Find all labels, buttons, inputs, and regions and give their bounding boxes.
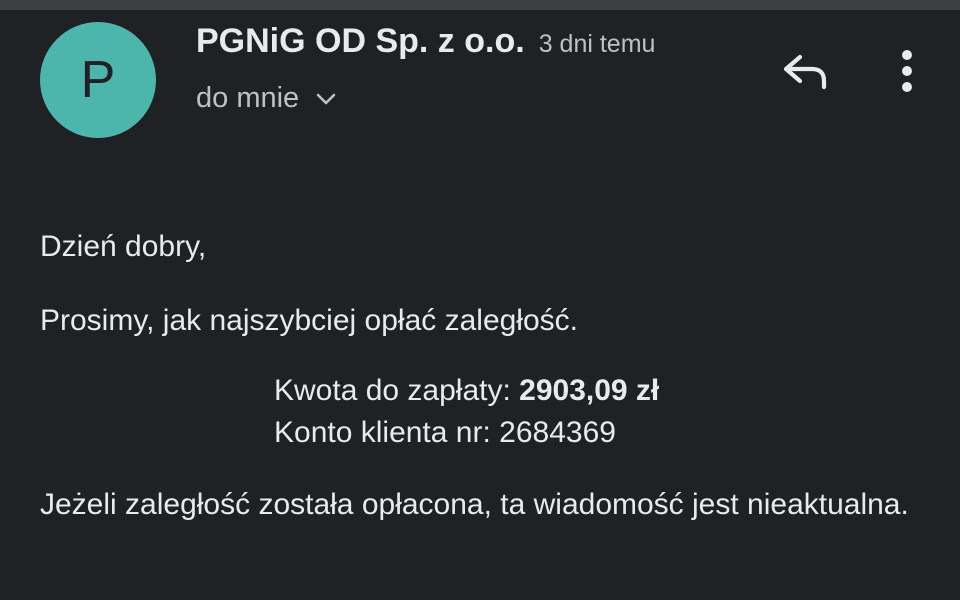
top-status-strip <box>0 0 960 10</box>
reply-icon <box>783 54 827 90</box>
account-label: Konto klienta nr: <box>274 416 491 449</box>
more-vert-icon <box>902 50 912 92</box>
chevron-down-icon <box>315 92 337 106</box>
reply-button[interactable] <box>778 48 832 94</box>
amount-label: Kwota do zapłaty: <box>274 374 511 407</box>
account-row: Konto klienta nr: 2684369 <box>274 414 616 452</box>
amount-row: Kwota do zapłaty: 2903,09 zł <box>274 372 659 410</box>
account-number: 2684369 <box>499 416 616 449</box>
message-timestamp: 3 dni temu <box>538 30 656 58</box>
sender-row: PGNiG OD Sp. z o.o. 3 dni temu <box>196 22 655 61</box>
recipient-label: do mnie <box>196 82 300 114</box>
message-greeting: Dzień dobry, <box>40 230 207 263</box>
sender-name[interactable]: PGNiG OD Sp. z o.o. <box>196 22 525 61</box>
more-options-button[interactable] <box>890 46 924 96</box>
avatar-letter: P <box>80 51 116 109</box>
message-note: Jeżeli zaległość została opłacona, ta wi… <box>40 488 909 521</box>
recipient-details-toggle[interactable]: do mnie <box>196 82 337 115</box>
message-request: Prosimy, jak najszybciej opłać zaległość… <box>40 304 578 337</box>
sender-avatar[interactable]: P <box>40 22 156 138</box>
amount-value: 2903,09 zł <box>519 374 660 407</box>
